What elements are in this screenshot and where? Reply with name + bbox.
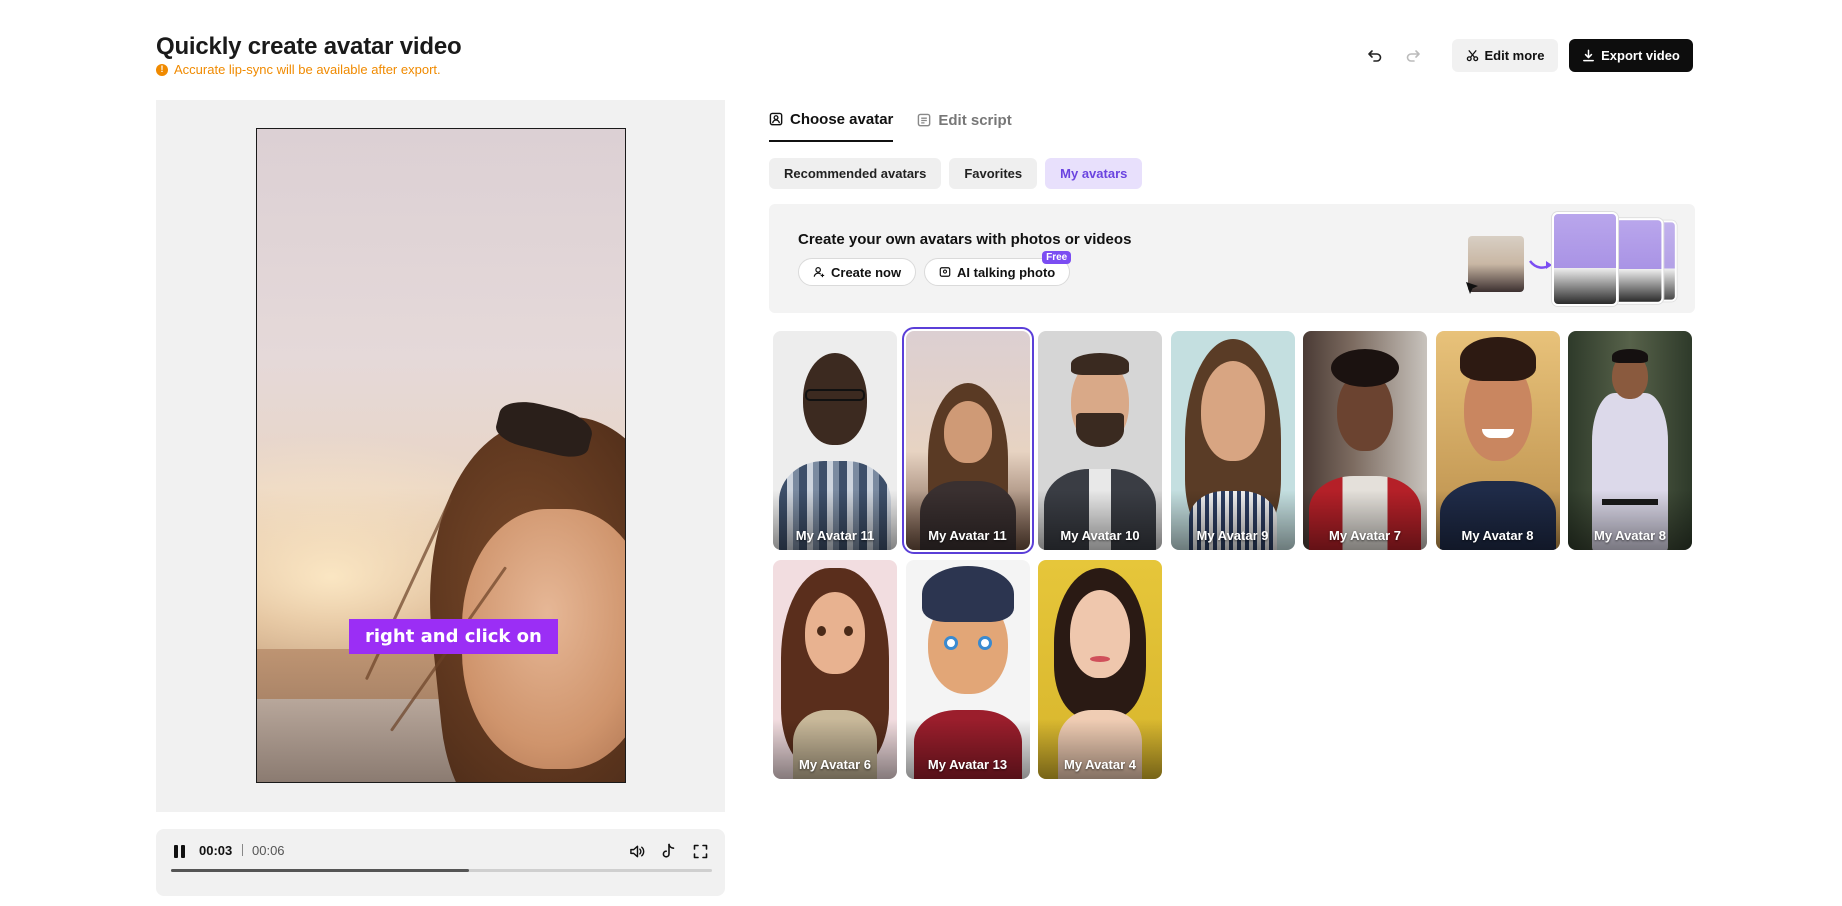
avatar-tile[interactable]: My Avatar 7 <box>1303 331 1427 550</box>
tab-edit-script[interactable]: Edit script <box>917 108 1012 142</box>
video-player-controls: 00:03 00:06 <box>156 829 725 896</box>
avatar-card-front <box>1552 212 1618 306</box>
tab-choose-avatar[interactable]: Choose avatar <box>769 108 894 142</box>
avatar-head <box>1070 590 1130 678</box>
avatar-hair <box>1331 349 1399 387</box>
undo-button[interactable] <box>1364 44 1386 66</box>
avatar-grid: My Avatar 11 My Avatar 11 My Avatar 10 M… <box>773 327 1693 779</box>
avatar-label: My Avatar 11 <box>928 528 1007 543</box>
tab-label: Edit script <box>938 111 1012 129</box>
pause-button[interactable] <box>174 844 188 858</box>
progress-bar[interactable] <box>171 869 712 872</box>
avatar-hair <box>1071 353 1129 375</box>
scissors-icon <box>1466 49 1478 62</box>
avatar-label: My Avatar 13 <box>927 757 1008 772</box>
page-title: Quickly create avatar video <box>156 33 462 60</box>
volume-button[interactable] <box>627 841 647 861</box>
edit-more-button[interactable]: Edit more <box>1452 39 1558 72</box>
tiktok-icon <box>662 843 674 858</box>
undo-icon <box>1368 50 1382 62</box>
volume-icon <box>629 845 644 857</box>
create-now-label: Create now <box>831 264 902 280</box>
avatar-tile[interactable]: My Avatar 13 <box>905 560 1030 779</box>
redo-icon <box>1406 50 1420 62</box>
avatar-tile[interactable]: My Avatar 9 <box>1170 331 1295 550</box>
avatar-label: My Avatar 8 <box>1461 528 1534 543</box>
create-now-button[interactable]: Create now <box>798 258 917 286</box>
cursor-icon <box>1466 282 1478 294</box>
chip-favorites[interactable]: Favorites <box>949 158 1038 189</box>
avatar-label: My Avatar 10 <box>1060 528 1140 543</box>
redo-button[interactable] <box>1402 44 1424 66</box>
avatar-label: My Avatar 9 <box>1196 528 1269 543</box>
glasses-icon <box>805 389 865 401</box>
warning-icon: ! <box>156 63 168 76</box>
avatar-tile[interactable]: My Avatar 6 <box>773 560 897 779</box>
tiktok-share-button[interactable] <box>658 841 678 861</box>
pause-icon <box>174 844 178 858</box>
avatar-hair <box>1612 349 1648 363</box>
tab-label: Choose avatar <box>790 110 894 128</box>
avatar-eye <box>977 636 992 650</box>
ai-talking-photo-button[interactable]: AI talking photo Free <box>924 251 1072 286</box>
total-time: 00:06 <box>252 843 285 858</box>
fullscreen-icon <box>693 844 707 858</box>
free-badge: Free <box>1042 251 1072 264</box>
panel-tabs: Choose avatar Edit script <box>769 108 1012 142</box>
avatar-tile[interactable]: My Avatar 11 <box>773 331 897 550</box>
talking-photo-icon <box>939 267 951 277</box>
video-preview-panel: right and click on <box>156 100 725 812</box>
avatar-eye <box>817 626 826 636</box>
chip-recommended-avatars[interactable]: Recommended avatars <box>769 158 942 189</box>
avatar-tile[interactable]: My Avatar 8 <box>1435 331 1560 550</box>
subtitle-caption: right and click on <box>349 619 558 654</box>
avatar-label: My Avatar 11 <box>795 528 875 543</box>
fullscreen-button[interactable] <box>690 841 710 861</box>
banner-title: Create your own avatars with photos or v… <box>798 231 1132 248</box>
edit-more-label: Edit more <box>1484 48 1545 63</box>
avatar-category-tabs: Recommended avatars Favorites My avatars <box>769 158 1143 189</box>
avatar-tile[interactable]: My Avatar 11 <box>901 327 1034 554</box>
avatar-tile[interactable]: My Avatar 10 <box>1038 331 1162 550</box>
avatar-eye <box>943 636 958 650</box>
time-separator <box>242 844 243 856</box>
avatar-head <box>1200 361 1265 461</box>
avatar-beard <box>1076 413 1124 447</box>
script-icon <box>918 113 931 126</box>
avatar-head <box>805 592 865 674</box>
avatar-tile[interactable]: My Avatar 8 <box>1568 331 1692 550</box>
ai-talking-photo-label: AI talking photo <box>957 264 1056 280</box>
avatar-label: My Avatar 7 <box>1328 528 1401 543</box>
notice-text: Accurate lip-sync will be available afte… <box>174 62 441 77</box>
pause-icon-bar <box>181 844 185 858</box>
export-video-label: Export video <box>1601 48 1680 63</box>
avatar-eye <box>844 626 853 636</box>
avatar-hair <box>921 566 1014 622</box>
avatar-label: My Avatar 8 <box>1593 528 1666 543</box>
create-avatar-banner: Create your own avatars with photos or v… <box>769 204 1695 313</box>
chip-my-avatars[interactable]: My avatars <box>1045 158 1143 189</box>
lip-sync-notice: ! Accurate lip-sync will be available af… <box>156 62 441 77</box>
avatar-smile <box>1481 429 1514 438</box>
avatar-label: My Avatar 4 <box>1063 757 1136 772</box>
export-video-button[interactable]: Export video <box>1569 39 1693 72</box>
avatar-label: My Avatar 6 <box>798 757 871 772</box>
banner-illustration <box>1464 210 1684 310</box>
progress-fill <box>171 869 469 872</box>
avatar-head <box>943 401 992 463</box>
user-plus-icon <box>813 267 825 278</box>
avatar-hair <box>1459 337 1536 381</box>
arrow-icon <box>1529 260 1552 269</box>
video-frame[interactable]: right and click on <box>256 128 626 783</box>
avatar-lips <box>1090 656 1110 662</box>
current-time: 00:03 <box>199 843 233 858</box>
avatar-tile[interactable]: My Avatar 4 <box>1038 560 1162 779</box>
download-icon <box>1583 49 1595 62</box>
avatar-select-icon <box>769 112 783 125</box>
